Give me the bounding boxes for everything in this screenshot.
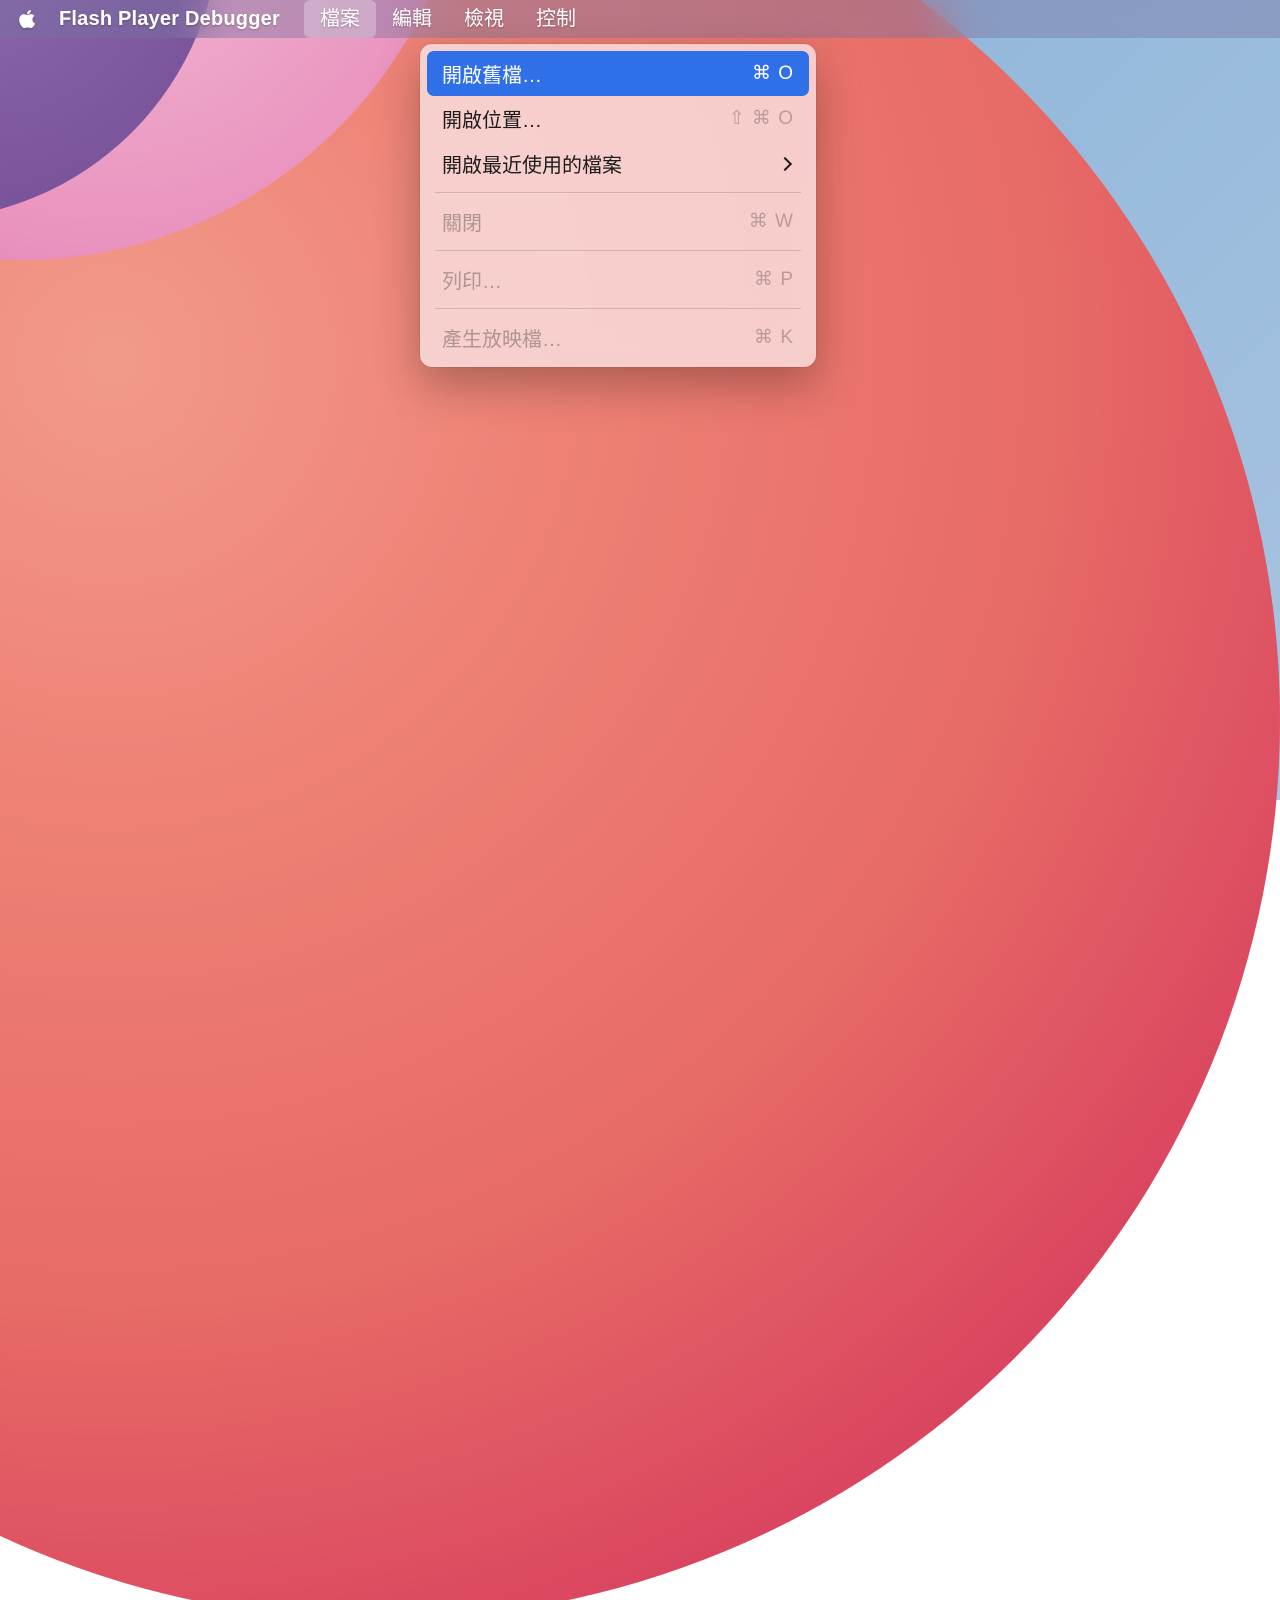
menu-edit[interactable]: 編輯 xyxy=(376,0,448,38)
menu-view[interactable]: 檢視 xyxy=(448,0,520,38)
menu-item-shortcut: ⌘ W xyxy=(749,210,794,233)
menu-separator xyxy=(435,308,801,309)
menu-open-location[interactable]: 開啟位置… ⇧ ⌘ O xyxy=(427,96,809,141)
menu-item-shortcut: ⌘ K xyxy=(754,326,794,349)
menu-open-file[interactable]: 開啟舊檔… ⌘ O xyxy=(427,51,809,96)
menu-separator xyxy=(435,250,801,251)
menu-open-recent[interactable]: 開啟最近使用的檔案 xyxy=(427,141,809,186)
chevron-right-icon xyxy=(778,156,792,170)
menu-item-label: 開啟舊檔… xyxy=(442,59,542,88)
menu-item-label: 產生放映檔… xyxy=(442,323,562,352)
menu-item-label: 開啟最近使用的檔案 xyxy=(442,149,622,178)
menu-item-label: 列印… xyxy=(442,265,502,294)
menu-print: 列印… ⌘ P xyxy=(427,257,809,302)
app-name[interactable]: Flash Player Debugger xyxy=(59,8,280,31)
menubar: Flash Player Debugger 檔案 編輯 檢視 控制 xyxy=(0,0,1280,38)
menu-item-shortcut: ⇧ ⌘ O xyxy=(729,107,794,130)
menu-item-label: 開啟位置… xyxy=(442,104,542,133)
menu-item-shortcut: ⌘ O xyxy=(752,62,794,85)
menu-create-projector: 產生放映檔… ⌘ K xyxy=(427,315,809,360)
file-menu-dropdown: 開啟舊檔… ⌘ O 開啟位置… ⇧ ⌘ O 開啟最近使用的檔案 關閉 ⌘ W 列… xyxy=(420,44,816,367)
menu-item-shortcut: ⌘ P xyxy=(754,268,794,291)
menu-file[interactable]: 檔案 xyxy=(304,0,376,38)
menu-close: 關閉 ⌘ W xyxy=(427,199,809,244)
menu-control[interactable]: 控制 xyxy=(520,0,592,38)
menu-item-label: 關閉 xyxy=(442,207,482,236)
apple-logo-icon[interactable] xyxy=(18,8,37,30)
menu-separator xyxy=(435,192,801,193)
